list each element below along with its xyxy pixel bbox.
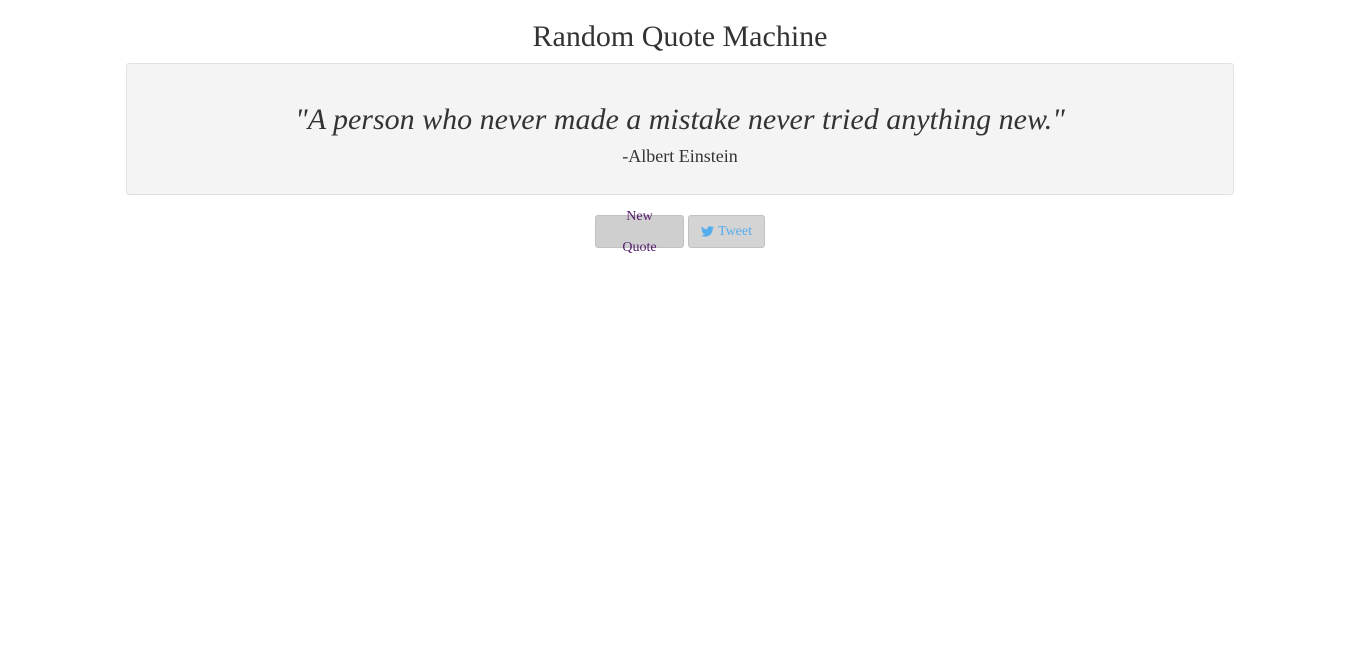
quote-box: "A person who never made a mistake never… bbox=[126, 63, 1234, 195]
twitter-bird-icon bbox=[701, 226, 714, 237]
page: Random Quote Machine "A person who never… bbox=[0, 0, 1360, 648]
tweet-button[interactable]: Tweet bbox=[688, 215, 765, 248]
quote-text: "A person who never made a mistake never… bbox=[295, 103, 1065, 136]
new-quote-button[interactable]: New Quote bbox=[595, 209, 684, 255]
page-title: Random Quote Machine bbox=[532, 20, 828, 53]
quote-author: -Albert Einstein bbox=[622, 146, 738, 166]
action-buttons: New Quote Tweet bbox=[0, 209, 1360, 255]
new-quote-label: New Quote bbox=[622, 208, 657, 255]
tweet-label: Tweet bbox=[718, 224, 753, 239]
